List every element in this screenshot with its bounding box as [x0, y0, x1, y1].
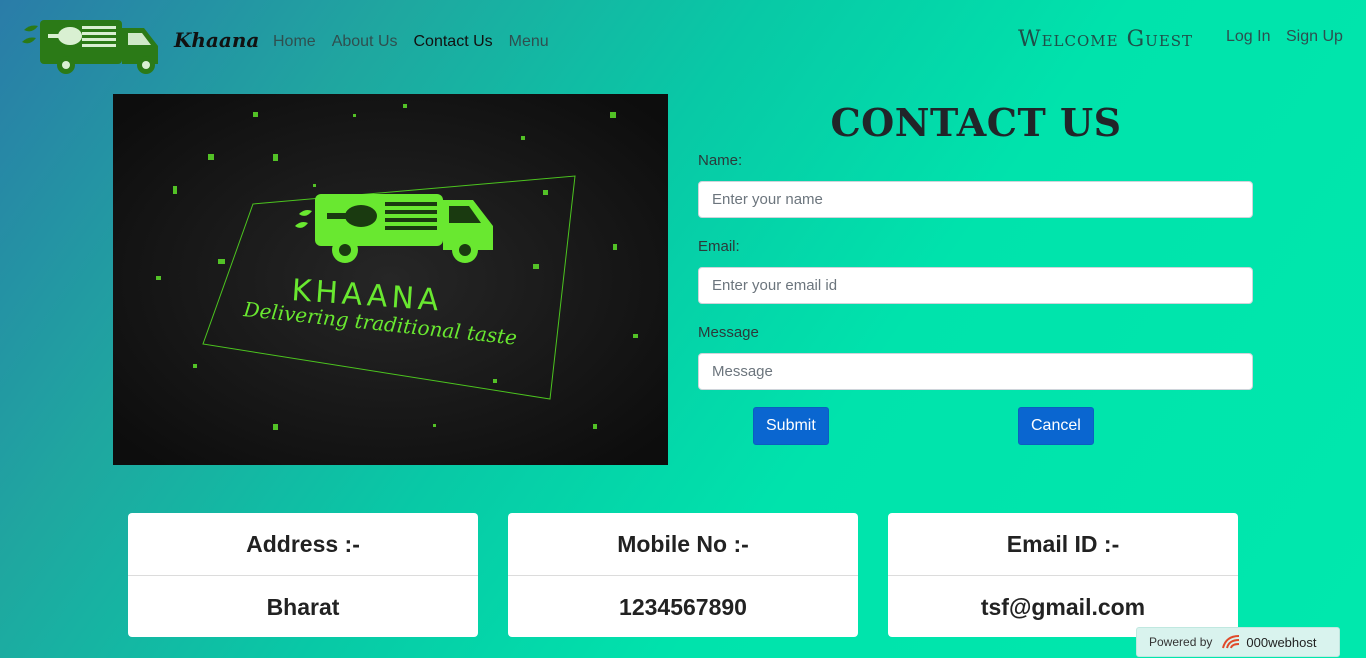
address-card: Address :- Bharat	[128, 513, 478, 637]
mobile-card-heading: Mobile No :-	[508, 513, 858, 576]
contact-title: CONTACT US	[830, 100, 1122, 145]
signup-link[interactable]: Sign Up	[1286, 28, 1343, 46]
truck-logo-icon[interactable]	[18, 12, 164, 76]
nav-link-contact[interactable]: Contact Us	[414, 33, 493, 51]
hero-image: KHAANA Delivering traditional taste	[113, 94, 668, 465]
address-card-value: Bharat	[266, 593, 340, 620]
nav-link-about[interactable]: About Us	[332, 33, 398, 51]
navbar: Khaana Home About Us Contact Us Menu Wel…	[0, 0, 1366, 88]
nav-link-menu[interactable]: Menu	[509, 33, 549, 51]
name-label: Name:	[698, 152, 743, 169]
login-link[interactable]: Log In	[1226, 28, 1270, 46]
mobile-card: Mobile No :- 1234567890	[508, 513, 858, 637]
mobile-card-value: 1234567890	[619, 593, 747, 620]
webhost-name: 000webhost	[1246, 634, 1317, 650]
message-label: Message	[698, 324, 759, 341]
powered-by-badge[interactable]: Powered by 000webhost	[1136, 627, 1340, 657]
name-input[interactable]	[698, 181, 1253, 218]
nav-links: Home About Us Contact Us Menu	[273, 33, 565, 51]
email-label: Email:	[698, 238, 740, 255]
contact-form: CONTACT US Name: Email: Message Submit C…	[698, 94, 1254, 445]
email-input[interactable]	[698, 267, 1253, 304]
message-input[interactable]	[698, 353, 1253, 390]
brand-name[interactable]: Khaana	[174, 28, 259, 52]
welcome-text: Welcome Guest	[1018, 27, 1194, 52]
powered-by-text: Powered by	[1149, 635, 1213, 649]
email-card: Email ID :- tsf@gmail.com	[888, 513, 1238, 637]
cancel-button[interactable]: Cancel	[1018, 407, 1094, 445]
email-card-heading: Email ID :-	[888, 513, 1238, 576]
webhost-logo-icon	[1222, 635, 1240, 649]
nav-link-home[interactable]: Home	[273, 33, 316, 51]
submit-button[interactable]: Submit	[753, 407, 829, 445]
address-card-heading: Address :-	[128, 513, 478, 576]
